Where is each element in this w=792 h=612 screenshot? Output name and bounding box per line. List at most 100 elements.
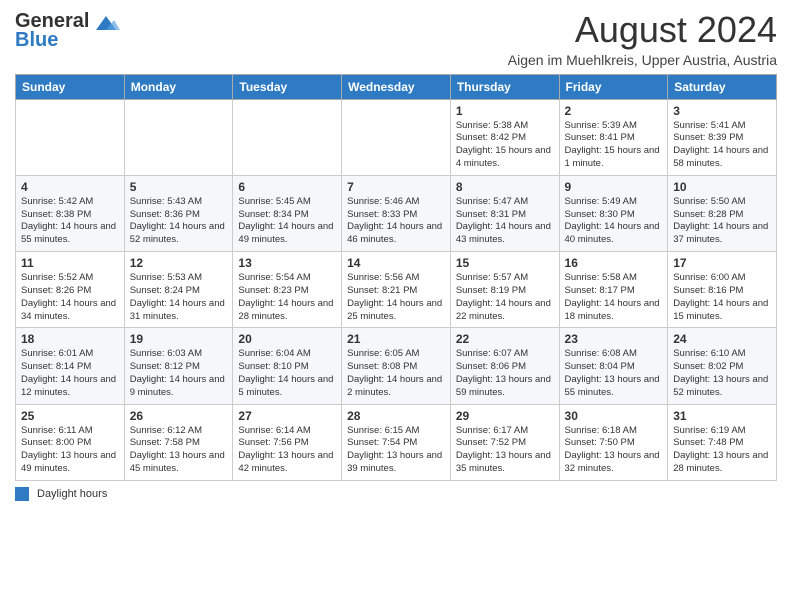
week-row-5: 25 Sunrise: 6:11 AM Sunset: 8:00 PM Dayli… — [16, 404, 777, 480]
calendar-body: 1 Sunrise: 5:38 AM Sunset: 8:42 PM Daylig… — [16, 99, 777, 480]
calendar-cell-w4-d2: 19 Sunrise: 6:03 AM Sunset: 8:12 PM Dayli… — [124, 328, 233, 404]
day-info: Sunrise: 6:08 AM Sunset: 8:04 PM Dayligh… — [565, 348, 663, 399]
calendar-cell-w3-d6: 16 Sunrise: 5:58 AM Sunset: 8:17 PM Dayli… — [559, 252, 668, 328]
day-info: Sunrise: 6:10 AM Sunset: 8:02 PM Dayligh… — [673, 348, 771, 399]
day-info: Sunrise: 5:57 AM Sunset: 8:19 PM Dayligh… — [456, 272, 554, 323]
day-number: 8 — [456, 180, 554, 194]
day-number: 5 — [130, 180, 228, 194]
col-saturday: Saturday — [668, 74, 777, 99]
calendar-cell-w2-d1: 4 Sunrise: 5:42 AM Sunset: 8:38 PM Daylig… — [16, 175, 125, 251]
day-number: 11 — [21, 256, 119, 270]
calendar-cell-w4-d6: 23 Sunrise: 6:08 AM Sunset: 8:04 PM Dayli… — [559, 328, 668, 404]
day-number: 12 — [130, 256, 228, 270]
calendar-cell-w4-d1: 18Sunrise: 6:01 AM Sunset: 8:14 PM Dayli… — [16, 328, 125, 404]
day-number: 18 — [21, 332, 119, 346]
calendar-cell-w5-d4: 28Sunrise: 6:15 AM Sunset: 7:54 PM Dayli… — [342, 404, 451, 480]
day-number: 21 — [347, 332, 445, 346]
calendar-header-row: Sunday Monday Tuesday Wednesday Thursday… — [16, 74, 777, 99]
col-sunday: Sunday — [16, 74, 125, 99]
day-number: 17 — [673, 256, 771, 270]
day-number: 23 — [565, 332, 663, 346]
day-info: Sunrise: 5:49 AM Sunset: 8:30 PM Dayligh… — [565, 196, 663, 247]
day-number: 14 — [347, 256, 445, 270]
calendar-cell-w5-d1: 25 Sunrise: 6:11 AM Sunset: 8:00 PM Dayli… — [16, 404, 125, 480]
calendar-cell-w3-d5: 15 Sunrise: 5:57 AM Sunset: 8:19 PM Dayli… — [450, 252, 559, 328]
calendar-cell-w3-d1: 11 Sunrise: 5:52 AM Sunset: 8:26 PM Dayli… — [16, 252, 125, 328]
day-info: Sunrise: 6:19 AM Sunset: 7:48 PM Dayligh… — [673, 425, 771, 476]
calendar-cell-w4-d7: 24Sunrise: 6:10 AM Sunset: 8:02 PM Dayli… — [668, 328, 777, 404]
header: General Blue August 2024 Aigen im Muehlk… — [15, 10, 777, 68]
day-number: 19 — [130, 332, 228, 346]
calendar-cell-w1-d4 — [342, 99, 451, 175]
day-info: Sunrise: 6:05 AM Sunset: 8:08 PM Dayligh… — [347, 348, 445, 399]
logo: General Blue — [15, 10, 120, 52]
calendar-cell-w4-d4: 21 Sunrise: 6:05 AM Sunset: 8:08 PM Dayli… — [342, 328, 451, 404]
day-info: Sunrise: 6:14 AM Sunset: 7:56 PM Dayligh… — [238, 425, 336, 476]
day-number: 2 — [565, 104, 663, 118]
logo-icon — [92, 12, 120, 32]
day-info: Sunrise: 5:41 AM Sunset: 8:39 PM Dayligh… — [673, 120, 771, 171]
day-info: Sunrise: 6:03 AM Sunset: 8:12 PM Dayligh… — [130, 348, 228, 399]
day-number: 4 — [21, 180, 119, 194]
day-info: Sunrise: 5:52 AM Sunset: 8:26 PM Dayligh… — [21, 272, 119, 323]
calendar-table: Sunday Monday Tuesday Wednesday Thursday… — [15, 74, 777, 481]
calendar-cell-w3-d3: 13 Sunrise: 5:54 AM Sunset: 8:23 PM Dayli… — [233, 252, 342, 328]
calendar-cell-w3-d2: 12 Sunrise: 5:53 AM Sunset: 8:24 PM Dayli… — [124, 252, 233, 328]
day-number: 27 — [238, 409, 336, 423]
day-number: 30 — [565, 409, 663, 423]
calendar-cell-w2-d2: 5Sunrise: 5:43 AM Sunset: 8:36 PM Daylig… — [124, 175, 233, 251]
week-row-2: 4 Sunrise: 5:42 AM Sunset: 8:38 PM Daylig… — [16, 175, 777, 251]
day-info: Sunrise: 5:53 AM Sunset: 8:24 PM Dayligh… — [130, 272, 228, 323]
calendar-cell-w1-d3 — [233, 99, 342, 175]
col-monday: Monday — [124, 74, 233, 99]
calendar-cell-w1-d1 — [16, 99, 125, 175]
day-info: Sunrise: 5:45 AM Sunset: 8:34 PM Dayligh… — [238, 196, 336, 247]
day-number: 1 — [456, 104, 554, 118]
day-number: 6 — [238, 180, 336, 194]
calendar-cell-w2-d5: 8 Sunrise: 5:47 AM Sunset: 8:31 PM Daylig… — [450, 175, 559, 251]
footer: Daylight hours — [15, 487, 777, 501]
col-thursday: Thursday — [450, 74, 559, 99]
col-friday: Friday — [559, 74, 668, 99]
calendar-cell-w1-d2 — [124, 99, 233, 175]
day-info: Sunrise: 5:42 AM Sunset: 8:38 PM Dayligh… — [21, 196, 119, 247]
col-tuesday: Tuesday — [233, 74, 342, 99]
day-number: 15 — [456, 256, 554, 270]
day-info: Sunrise: 5:47 AM Sunset: 8:31 PM Dayligh… — [456, 196, 554, 247]
day-number: 9 — [565, 180, 663, 194]
day-info: Sunrise: 5:58 AM Sunset: 8:17 PM Dayligh… — [565, 272, 663, 323]
day-number: 16 — [565, 256, 663, 270]
day-number: 26 — [130, 409, 228, 423]
day-number: 7 — [347, 180, 445, 194]
day-info: Sunrise: 6:11 AM Sunset: 8:00 PM Dayligh… — [21, 425, 119, 476]
day-info: Sunrise: 5:50 AM Sunset: 8:28 PM Dayligh… — [673, 196, 771, 247]
month-title: August 2024 — [508, 10, 777, 50]
title-block: August 2024 Aigen im Muehlkreis, Upper A… — [508, 10, 777, 68]
calendar-cell-w4-d5: 22Sunrise: 6:07 AM Sunset: 8:06 PM Dayli… — [450, 328, 559, 404]
calendar-cell-w1-d5: 1 Sunrise: 5:38 AM Sunset: 8:42 PM Daylig… — [450, 99, 559, 175]
day-info: Sunrise: 5:54 AM Sunset: 8:23 PM Dayligh… — [238, 272, 336, 323]
day-number: 22 — [456, 332, 554, 346]
calendar-cell-w5-d5: 29Sunrise: 6:17 AM Sunset: 7:52 PM Dayli… — [450, 404, 559, 480]
day-number: 25 — [21, 409, 119, 423]
day-info: Sunrise: 6:00 AM Sunset: 8:16 PM Dayligh… — [673, 272, 771, 323]
day-info: Sunrise: 6:18 AM Sunset: 7:50 PM Dayligh… — [565, 425, 663, 476]
week-row-1: 1 Sunrise: 5:38 AM Sunset: 8:42 PM Daylig… — [16, 99, 777, 175]
week-row-4: 18Sunrise: 6:01 AM Sunset: 8:14 PM Dayli… — [16, 328, 777, 404]
calendar-cell-w3-d7: 17 Sunrise: 6:00 AM Sunset: 8:16 PM Dayli… — [668, 252, 777, 328]
day-number: 20 — [238, 332, 336, 346]
calendar-cell-w2-d6: 9 Sunrise: 5:49 AM Sunset: 8:30 PM Daylig… — [559, 175, 668, 251]
day-number: 31 — [673, 409, 771, 423]
calendar-cell-w4-d3: 20Sunrise: 6:04 AM Sunset: 8:10 PM Dayli… — [233, 328, 342, 404]
calendar-cell-w5-d3: 27 Sunrise: 6:14 AM Sunset: 7:56 PM Dayli… — [233, 404, 342, 480]
day-info: Sunrise: 6:12 AM Sunset: 7:58 PM Dayligh… — [130, 425, 228, 476]
day-number: 3 — [673, 104, 771, 118]
day-info: Sunrise: 5:46 AM Sunset: 8:33 PM Dayligh… — [347, 196, 445, 247]
calendar-cell-w2-d4: 7 Sunrise: 5:46 AM Sunset: 8:33 PM Daylig… — [342, 175, 451, 251]
day-number: 13 — [238, 256, 336, 270]
day-info: Sunrise: 6:15 AM Sunset: 7:54 PM Dayligh… — [347, 425, 445, 476]
calendar-cell-w2-d3: 6 Sunrise: 5:45 AM Sunset: 8:34 PM Daylig… — [233, 175, 342, 251]
day-number: 29 — [456, 409, 554, 423]
day-info: Sunrise: 5:38 AM Sunset: 8:42 PM Dayligh… — [456, 120, 554, 171]
calendar-cell-w3-d4: 14Sunrise: 5:56 AM Sunset: 8:21 PM Dayli… — [342, 252, 451, 328]
